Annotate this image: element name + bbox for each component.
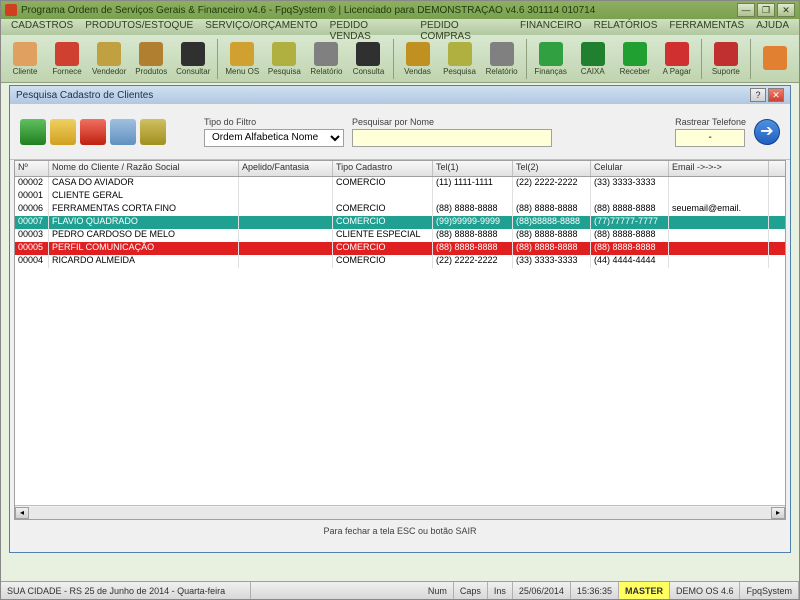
menu-financeiro[interactable]: FINANCEIRO [514, 19, 588, 35]
menu-ferramentas[interactable]: FERRAMENTAS [663, 19, 750, 35]
col-header[interactable]: Tel(2) [513, 161, 591, 176]
footer-hint: Para fechar a tela ESC ou botão SAIR [10, 520, 790, 542]
toolbar-receber[interactable]: Receber [615, 37, 655, 81]
filter-label: Tipo do Filtro [204, 117, 344, 127]
status-date: 25/06/2014 [513, 582, 571, 599]
status-time: 15:36:35 [571, 582, 619, 599]
col-header[interactable]: Nº [15, 161, 49, 176]
table-row[interactable]: 00004RICARDO ALMEIDACOMERCIO(22) 2222-22… [15, 255, 785, 268]
rastrear-input[interactable] [675, 129, 745, 147]
status-fpq: FpqSystem [740, 582, 799, 599]
toolbar-vendas[interactable]: Vendas [397, 37, 437, 81]
toolbar-cliente[interactable]: Cliente [5, 37, 45, 81]
toolbar-suporte[interactable]: Suporte [706, 37, 746, 81]
scroll-track[interactable] [29, 507, 771, 519]
toolbar-relatório[interactable]: Relatório [306, 37, 346, 81]
col-header[interactable]: Tipo Cadastro [333, 161, 433, 176]
edit-icon[interactable] [50, 119, 76, 145]
status-master: MASTER [619, 582, 670, 599]
toolbar-fornece[interactable]: Fornece [47, 37, 87, 81]
minimize-button[interactable]: — [737, 3, 755, 17]
toolbar-consultar[interactable]: Consultar [173, 37, 213, 81]
help-button[interactable]: ? [750, 88, 766, 102]
col-header[interactable]: Celular [591, 161, 669, 176]
print-icon[interactable] [110, 119, 136, 145]
titlebar: Programa Ordem de Serviços Gerais & Fina… [1, 1, 799, 19]
toolbar-vendedor[interactable]: Vendedor [89, 37, 129, 81]
menu-relatórios[interactable]: RELATÓRIOS [588, 19, 664, 35]
rastrear-label: Rastrear Telefone [675, 117, 746, 127]
statusbar: SUA CIDADE - RS 25 de Junho de 2014 - Qu… [1, 581, 799, 599]
search-label: Pesquisar por Nome [352, 117, 552, 127]
search-go-button[interactable]: ➔ [754, 119, 780, 145]
inner-close-button[interactable]: ✕ [768, 88, 784, 102]
app-icon [5, 4, 17, 16]
main-toolbar: ClienteForneceVendedorProdutosConsultarM… [1, 35, 799, 83]
menu-pedido compras[interactable]: PEDIDO COMPRAS [414, 19, 514, 35]
menu-produtos/estoque[interactable]: PRODUTOS/ESTOQUE [79, 19, 199, 35]
menubar: CADASTROSPRODUTOS/ESTOQUESERVIÇO/ORÇAMEN… [1, 19, 799, 35]
search-clients-window: Pesquisa Cadastro de Clientes ? ✕ Tipo d… [9, 85, 791, 553]
status-demo: DEMO OS 4.6 [670, 582, 741, 599]
toolbar-consulta[interactable]: Consulta [348, 37, 388, 81]
table-row[interactable]: 00003PEDRO CARDOSO DE MELOCLIENTE ESPECI… [15, 229, 785, 242]
col-header[interactable]: Apelido/Fantasia [239, 161, 333, 176]
search-input[interactable] [352, 129, 552, 147]
toolbar-btn17[interactable] [755, 37, 795, 81]
search-area: Tipo do Filtro Ordem Alfabetica Nome Pes… [10, 104, 790, 160]
menu-pedido vendas[interactable]: PEDIDO VENDAS [324, 19, 415, 35]
toolbar-menu os[interactable]: Menu OS [222, 37, 262, 81]
close-button[interactable]: ✕ [777, 3, 795, 17]
delete-icon[interactable] [80, 119, 106, 145]
status-ins: Ins [488, 582, 513, 599]
table-row[interactable]: 00006FERRAMENTAS CORTA FINOCOMERCIO(88) … [15, 203, 785, 216]
toolbar-pesquisa[interactable]: Pesquisa [264, 37, 304, 81]
col-header[interactable]: Nome do Cliente / Razão Social [49, 161, 239, 176]
table-row[interactable]: 00007FLAVIO QUADRADOCOMERCIO(99)99999-99… [15, 216, 785, 229]
filter-select[interactable]: Ordem Alfabetica Nome [204, 129, 344, 147]
toolbar-a pagar[interactable]: A Pagar [657, 37, 697, 81]
toolbar-relatório[interactable]: Relatório [482, 37, 522, 81]
export-icon[interactable] [140, 119, 166, 145]
toolbar-finanças[interactable]: Finanças [531, 37, 571, 81]
horizontal-scrollbar[interactable]: ◂ ▸ [15, 505, 785, 519]
maximize-button[interactable]: ❐ [757, 3, 775, 17]
col-header[interactable]: Tel(1) [433, 161, 513, 176]
scroll-left-button[interactable]: ◂ [15, 507, 29, 519]
toolbar-caixa[interactable]: CAIXA [573, 37, 613, 81]
toolbar-pesquisa[interactable]: Pesquisa [440, 37, 480, 81]
inner-title: Pesquisa Cadastro de Clientes [16, 90, 748, 101]
scroll-right-button[interactable]: ▸ [771, 507, 785, 519]
window-title: Programa Ordem de Serviços Gerais & Fina… [21, 5, 737, 16]
status-num: Num [422, 582, 454, 599]
table-row[interactable]: 00002CASA DO AVIADORCOMERCIO(11) 1111-11… [15, 177, 785, 190]
inner-titlebar: Pesquisa Cadastro de Clientes ? ✕ [10, 86, 790, 104]
table-row[interactable]: 00001CLIENTE GERAL [15, 190, 785, 203]
menu-ajuda[interactable]: AJUDA [750, 19, 795, 35]
menu-serviço/orçamento[interactable]: SERVIÇO/ORÇAMENTO [199, 19, 323, 35]
toolbar-produtos[interactable]: Produtos [131, 37, 171, 81]
results-grid: NºNome do Cliente / Razão SocialApelido/… [14, 160, 786, 520]
table-row[interactable]: 00005PERFIL COMUNICAÇÃOCOMERCIO(88) 8888… [15, 242, 785, 255]
grid-header: NºNome do Cliente / Razão SocialApelido/… [15, 161, 785, 177]
status-caps: Caps [454, 582, 488, 599]
col-header[interactable]: Email ->->-> [669, 161, 769, 176]
grid-body: 00002CASA DO AVIADORCOMERCIO(11) 1111-11… [15, 177, 785, 268]
add-icon[interactable] [20, 119, 46, 145]
main-window: Programa Ordem de Serviços Gerais & Fina… [0, 0, 800, 600]
menu-cadastros[interactable]: CADASTROS [5, 19, 79, 35]
status-location: SUA CIDADE - RS 25 de Junho de 2014 - Qu… [1, 582, 251, 599]
